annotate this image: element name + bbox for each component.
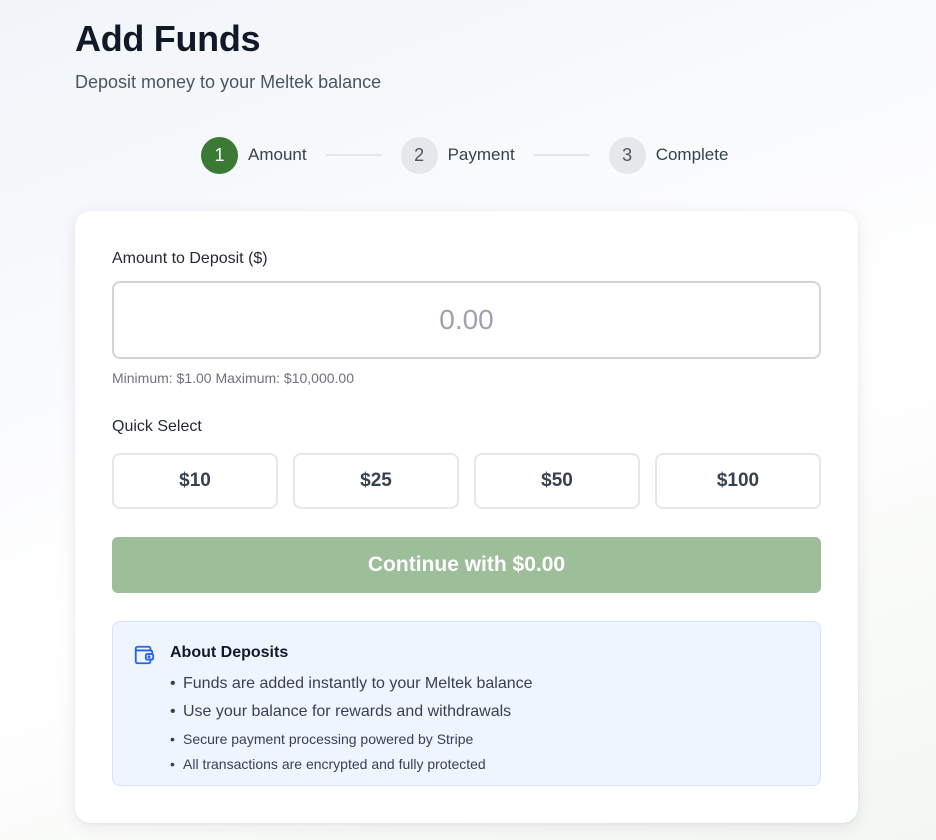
- list-item: All transactions are encrypted and fully…: [170, 752, 533, 776]
- step-label: Complete: [655, 145, 729, 164]
- step-complete: 3 Complete: [608, 136, 729, 174]
- page-subtitle: Deposit money to your Meltek balance: [75, 72, 382, 92]
- deposit-card: Amount to Deposit ($) Minimum: $1.00 Max…: [75, 211, 858, 823]
- quick-select-label: Quick Select: [112, 418, 202, 435]
- about-deposits-box: About Deposits Funds are added instantly…: [112, 621, 821, 786]
- progress-stepper: 1 Amount 2 Payment 3 Complete: [201, 136, 728, 174]
- continue-button[interactable]: Continue with $0.00: [112, 537, 821, 593]
- step-label: Amount: [248, 145, 307, 164]
- list-item: Secure payment processing powered by Str…: [170, 727, 533, 751]
- amount-label: Amount to Deposit ($): [112, 250, 268, 267]
- quick-amount-25-button[interactable]: $25: [293, 453, 459, 509]
- step-amount: 1 Amount: [201, 136, 307, 174]
- step-payment: 2 Payment: [400, 136, 515, 174]
- quick-amount-10-button[interactable]: $10: [112, 453, 278, 509]
- step-number-circle: 2: [400, 136, 438, 174]
- list-item: Funds are added instantly to your Meltek…: [170, 670, 533, 698]
- quick-amount-100-button[interactable]: $100: [655, 453, 821, 509]
- step-connector: [325, 154, 382, 156]
- page-title: Add Funds: [75, 18, 261, 59]
- quick-amount-50-button[interactable]: $50: [474, 453, 640, 509]
- quick-select-group: $10 $25 $50 $100: [112, 453, 821, 509]
- list-item: Use your balance for rewards and withdra…: [170, 698, 533, 726]
- add-funds-page: Add Funds Deposit money to your Meltek b…: [0, 0, 936, 840]
- wallet-icon: [134, 645, 155, 665]
- about-deposits-list: Funds are added instantly to your Meltek…: [170, 670, 533, 776]
- amount-input[interactable]: [112, 281, 821, 359]
- about-deposits-title: About Deposits: [170, 644, 289, 661]
- step-label: Payment: [447, 145, 515, 164]
- step-number-circle: 1: [201, 136, 238, 174]
- amount-limits-hint: Minimum: $1.00 Maximum: $10,000.00: [112, 370, 354, 386]
- step-number-circle: 3: [608, 136, 646, 174]
- step-connector: [533, 154, 590, 156]
